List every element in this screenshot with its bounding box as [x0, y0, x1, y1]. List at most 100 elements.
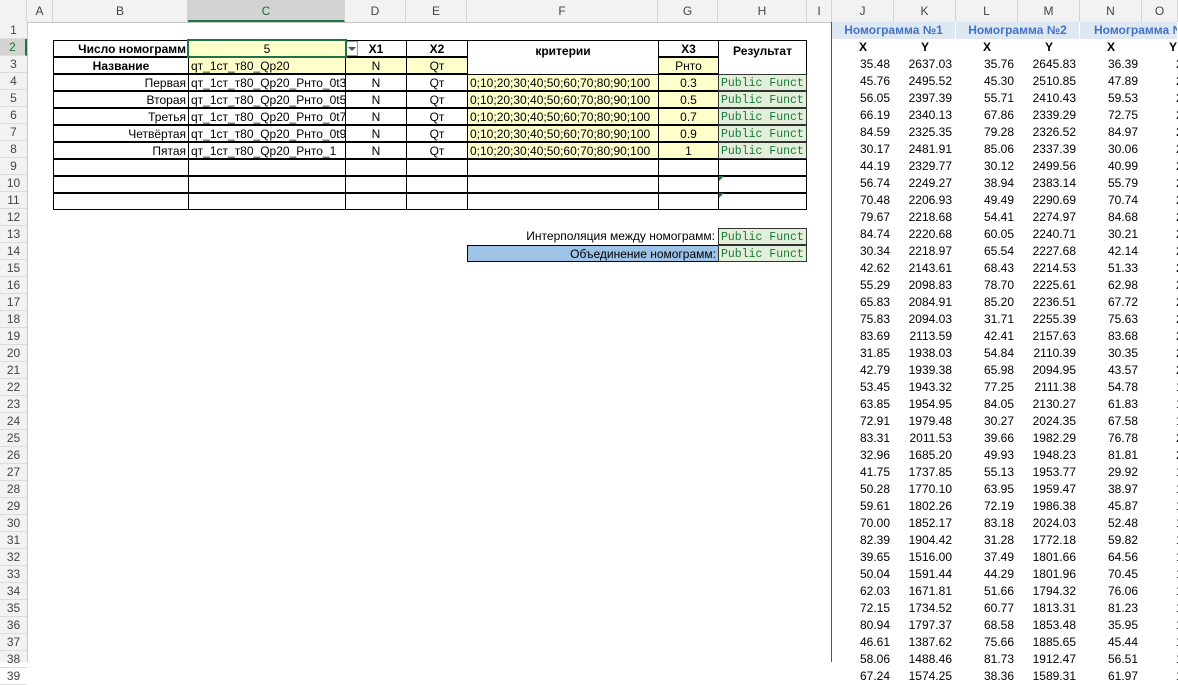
nomogram-value-cell[interactable]: 45.30	[956, 73, 1018, 90]
nomogram-value-cell[interactable]: 40.99	[1080, 158, 1142, 175]
nomogram-value-cell[interactable]: 255	[1142, 141, 1178, 158]
nomogram-value-cell[interactable]: 51.66	[956, 583, 1018, 600]
nomogram-value-cell[interactable]: 35.95	[1080, 617, 1142, 634]
empty-table-cell[interactable]	[53, 159, 189, 176]
nomogram-value-cell[interactable]: 190	[1142, 600, 1178, 617]
nomogram-value-cell[interactable]: 220	[1142, 243, 1178, 260]
nomogram-value-cell[interactable]: 45.87	[1080, 498, 1142, 515]
row-header-33[interactable]: 33	[0, 566, 27, 583]
nomogram-criteria-cell[interactable]: 0;10;20;30;40;50;60;70;80;90;100	[467, 125, 659, 142]
nomogram-value-cell[interactable]: 81.23	[1080, 600, 1142, 617]
nomogram-value-cell[interactable]: 165	[1142, 617, 1178, 634]
nomogram-value-cell[interactable]: 31.71	[956, 311, 1018, 328]
nomogram-value-cell[interactable]: 38.94	[956, 175, 1018, 192]
nomogram-value-cell[interactable]: 2024.35	[1018, 413, 1080, 430]
nomogram-value-cell[interactable]: 1802.26	[894, 498, 956, 515]
nomogram-value-cell[interactable]: 75.83	[832, 311, 894, 328]
nomogram-value-cell[interactable]: 72.91	[832, 413, 894, 430]
nomogram-value-cell[interactable]: 2326.52	[1018, 124, 1080, 141]
row-header-5[interactable]: 5	[0, 90, 27, 107]
nomogram-value-cell[interactable]: 186	[1142, 481, 1178, 498]
nomogram-value-cell[interactable]: 66.19	[832, 107, 894, 124]
nomogram-value-cell[interactable]: 2084.91	[894, 294, 956, 311]
nomogram-value-cell[interactable]: 83.31	[832, 430, 894, 447]
empty-table-cell[interactable]	[188, 159, 346, 176]
row-header-10[interactable]: 10	[0, 175, 27, 192]
column-header-d[interactable]: D	[345, 0, 406, 22]
nomogram-value-cell[interactable]: 82.39	[832, 532, 894, 549]
row-header-3[interactable]: 3	[0, 56, 27, 73]
nomogram-value-cell[interactable]: 225	[1142, 175, 1178, 192]
nomogram-value-cell[interactable]: 1516.00	[894, 549, 956, 566]
nomogram-value-cell[interactable]: 1939.38	[894, 362, 956, 379]
nomogram-value-cell[interactable]: 1488.46	[894, 651, 956, 668]
row-header-11[interactable]: 11	[0, 192, 27, 209]
merge-value-cell[interactable]: Public Funct	[718, 245, 807, 262]
nomogram-value-cell[interactable]: 2337.39	[1018, 141, 1080, 158]
nomogram-name-cell[interactable]: qт_1ст_т80_Qр20_Рнто_1	[188, 142, 346, 159]
nomogram-value-cell[interactable]: 197	[1142, 413, 1178, 430]
nomogram-name-cell[interactable]: qт_1ст_т80_Qр20_Рнто_0t9	[188, 125, 346, 142]
nomogram-value-cell[interactable]: 2274.97	[1018, 209, 1080, 226]
row-header-29[interactable]: 29	[0, 498, 27, 515]
nomogram-value-cell[interactable]: 2143.61	[894, 260, 956, 277]
nomogram-value-cell[interactable]: 54.41	[956, 209, 1018, 226]
nomogram-value-cell[interactable]: 55.29	[832, 277, 894, 294]
nomogram-value-cell[interactable]: 45.76	[832, 73, 894, 90]
empty-table-cell[interactable]	[718, 159, 807, 176]
nomogram-value-cell[interactable]: 54.84	[956, 345, 1018, 362]
nomogram-value-cell[interactable]: 46.61	[832, 634, 894, 651]
nomogram-value-cell[interactable]: 77.25	[956, 379, 1018, 396]
nomogram-value-cell[interactable]: 38.36	[956, 668, 1018, 685]
nomogram-value-cell[interactable]: 210	[1142, 311, 1178, 328]
row-header-17[interactable]: 17	[0, 294, 27, 311]
column-header-a[interactable]: A	[27, 0, 53, 22]
nomogram-result-cell[interactable]: Public Funct	[718, 108, 807, 125]
nomogram-value-cell[interactable]: 212	[1142, 328, 1178, 345]
nomogram-value-cell[interactable]: 1948.23	[1018, 447, 1080, 464]
nomogram-value-cell[interactable]: 59.53	[1080, 90, 1142, 107]
empty-table-cell[interactable]	[345, 193, 407, 210]
column-header-n[interactable]: N	[1080, 0, 1142, 22]
nomogram-value-cell[interactable]: 44.29	[956, 566, 1018, 583]
nomogram-value-cell[interactable]: 81.73	[956, 651, 1018, 668]
nomogram-value-cell[interactable]: 49.49	[956, 192, 1018, 209]
nomogram-value-cell[interactable]: 2410.43	[1018, 90, 1080, 107]
empty-table-cell[interactable]	[658, 159, 719, 176]
nomogram-value-cell[interactable]: 35.48	[832, 56, 894, 73]
nomogram-value-cell[interactable]: 44.19	[832, 158, 894, 175]
sub-x3-cell[interactable]: Рнто	[658, 57, 719, 74]
nomogram-value-cell[interactable]: 1589.31	[1018, 668, 1080, 685]
nomogram-value-cell[interactable]: 29.92	[1080, 464, 1142, 481]
nomogram-value-cell[interactable]: 171	[1142, 651, 1178, 668]
nomogram-value-cell[interactable]: 37.49	[956, 549, 1018, 566]
nomogram-value-cell[interactable]: 1737.85	[894, 464, 956, 481]
nomogram-value-cell[interactable]: 30.12	[956, 158, 1018, 175]
nomogram-value-cell[interactable]: 55.79	[1080, 175, 1142, 192]
nomogram-value-cell[interactable]: 213	[1142, 260, 1178, 277]
row-header-12[interactable]: 12	[0, 209, 27, 226]
nomogram-value-cell[interactable]: 30.35	[1080, 345, 1142, 362]
column-header-g[interactable]: G	[658, 0, 718, 22]
nomogram-value-cell[interactable]: 2340.13	[894, 107, 956, 124]
row-header-4[interactable]: 4	[0, 73, 27, 90]
nomogram-value-cell[interactable]: 84.05	[956, 396, 1018, 413]
nomogram-value-cell[interactable]: 67.86	[956, 107, 1018, 124]
row-header-35[interactable]: 35	[0, 600, 27, 617]
nomogram-value-cell[interactable]: 1797.37	[894, 617, 956, 634]
nomogram-value-cell[interactable]: 39.66	[956, 430, 1018, 447]
nomogram-value-cell[interactable]: 2218.68	[894, 209, 956, 226]
nomogram-value-cell[interactable]: 2645.83	[1018, 56, 1080, 73]
nomogram-value-cell[interactable]: 221	[1142, 192, 1178, 209]
nomogram-value-cell[interactable]: 72.15	[832, 600, 894, 617]
nomogram-value-cell[interactable]: 61.83	[1080, 396, 1142, 413]
nomogram-value-cell[interactable]: 54.78	[1080, 379, 1142, 396]
nomogram-value-cell[interactable]: 2383.14	[1018, 175, 1080, 192]
nomogram-value-cell[interactable]: 59.82	[1080, 532, 1142, 549]
nomogram-value-cell[interactable]: 67.58	[1080, 413, 1142, 430]
nomogram-value-cell[interactable]: 2290.69	[1018, 192, 1080, 209]
nomogram-value-cell[interactable]: 63.85	[832, 396, 894, 413]
nomogram-value-cell[interactable]: 2329.77	[894, 158, 956, 175]
nomogram-value-cell[interactable]: 56.74	[832, 175, 894, 192]
nomogram-criteria-cell[interactable]: 0;10;20;30;40;50;60;70;80;90;100	[467, 91, 659, 108]
